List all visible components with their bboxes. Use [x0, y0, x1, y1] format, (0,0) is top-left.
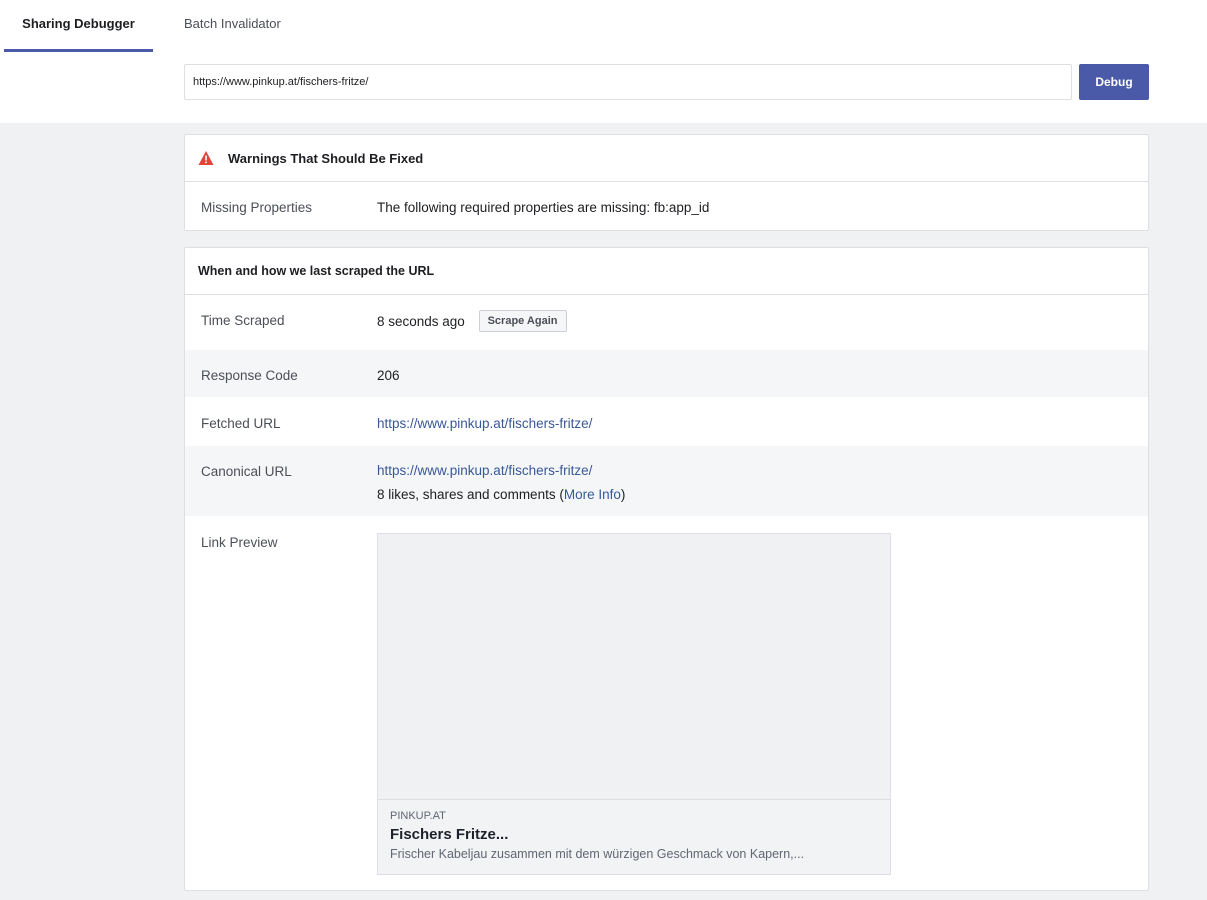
scrape-info-card: When and how we last scraped the URL Tim…	[184, 247, 1149, 891]
canonical-url-row: Canonical URL https://www.pinkup.at/fisc…	[185, 446, 1148, 517]
missing-properties-value: The following required properties are mi…	[377, 200, 710, 215]
preview-domain: PINKUP.AT	[390, 810, 446, 822]
engagement-text: 8 likes, shares and comments (	[377, 487, 564, 502]
preview-title: Fischers Fritze...	[390, 826, 509, 843]
time-scraped-row: Time Scraped 8 seconds ago Scrape Again	[185, 295, 1148, 350]
tab-batch-invalidator[interactable]: Batch Invalidator	[184, 0, 281, 52]
more-info-link[interactable]: More Info	[564, 487, 621, 502]
missing-properties-label: Missing Properties	[201, 200, 313, 215]
warning-triangle-icon	[198, 151, 214, 165]
scrape-info-header: When and how we last scraped the URL	[185, 248, 1148, 295]
fetched-url-value-wrap: https://www.pinkup.at/fischers-fritze/	[377, 416, 592, 431]
warnings-header: Warnings That Should Be Fixed	[185, 135, 1148, 182]
scrape-again-button[interactable]: Scrape Again	[478, 310, 567, 332]
engagement-close: )	[620, 487, 626, 502]
canonical-url-link[interactable]: https://www.pinkup.at/fischers-fritze/	[377, 463, 592, 478]
response-code-row: Response Code 206	[185, 350, 1148, 398]
preview-meta: PINKUP.AT Fischers Fritze... Frischer Ka…	[378, 799, 890, 874]
url-input[interactable]	[184, 64, 1072, 100]
tab-sharing-debugger[interactable]: Sharing Debugger	[4, 0, 153, 52]
top-bar: Sharing Debugger Batch Invalidator Debug	[0, 0, 1207, 123]
fetched-url-label: Fetched URL	[201, 416, 281, 431]
time-scraped-value: 8 seconds ago	[377, 314, 465, 330]
preview-description: Frischer Kabeljau zusammen mit dem würzi…	[390, 847, 805, 861]
debug-button[interactable]: Debug	[1079, 64, 1149, 100]
link-preview-card[interactable]: PINKUP.AT Fischers Fritze... Frischer Ka…	[377, 533, 891, 875]
preview-image	[378, 534, 890, 799]
response-code-value: 206	[377, 368, 400, 383]
time-scraped-label: Time Scraped	[201, 313, 285, 328]
canonical-url-value-wrap: https://www.pinkup.at/fischers-fritze/ 8…	[377, 459, 625, 507]
response-code-label: Response Code	[201, 368, 298, 383]
missing-properties-row: Missing Properties The following require…	[185, 182, 1148, 230]
fetched-url-link[interactable]: https://www.pinkup.at/fischers-fritze/	[377, 416, 592, 431]
canonical-url-label: Canonical URL	[201, 464, 292, 479]
warnings-title: Warnings That Should Be Fixed	[228, 150, 424, 166]
fetched-url-row: Fetched URL https://www.pinkup.at/fische…	[185, 398, 1148, 446]
time-scraped-value-wrap: 8 seconds ago Scrape Again	[377, 310, 567, 332]
link-preview-label: Link Preview	[201, 535, 278, 550]
warnings-card: Warnings That Should Be Fixed Missing Pr…	[184, 134, 1149, 231]
scrape-info-title: When and how we last scraped the URL	[198, 264, 435, 278]
